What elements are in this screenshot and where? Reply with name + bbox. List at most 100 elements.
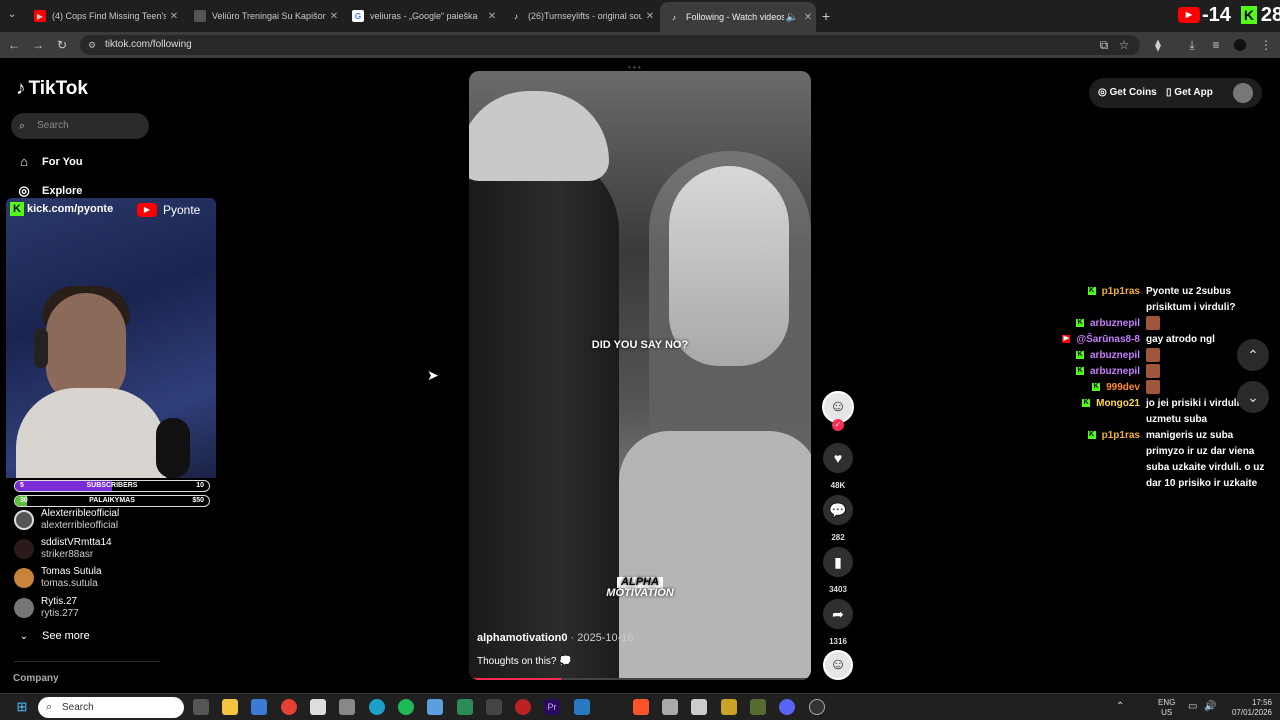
follow-check-icon[interactable]: ✓	[832, 419, 844, 431]
app-icon[interactable]	[310, 699, 326, 715]
reload-icon[interactable]: ↻	[54, 37, 70, 53]
clock[interactable]: 17:56 07/01/2026	[1220, 698, 1272, 718]
browser-tab-4[interactable]: ♪ (26)Turnseylifts - original sound ✕	[502, 4, 658, 28]
windows-start-icon[interactable]: ⊞	[14, 699, 30, 715]
brave-icon[interactable]	[633, 699, 649, 715]
back-icon[interactable]: ←	[6, 37, 22, 53]
browser-tab-2[interactable]: Veliūro Treningai Su Kapišonu - ✕	[186, 4, 342, 28]
obs-icon[interactable]	[809, 699, 825, 715]
bookmark-button[interactable]: ▮ 3403	[823, 547, 853, 594]
profile-icon[interactable]	[1232, 37, 1248, 53]
kick-icon: K	[1075, 319, 1084, 328]
file-explorer-icon[interactable]	[222, 699, 238, 715]
premiere-icon[interactable]: Pr	[544, 699, 560, 715]
following-account[interactable]: Alexterribleofficial alexterribleofficia…	[14, 508, 119, 532]
account-handle: rytis.277	[41, 608, 79, 619]
chat-message: Karbuznepil	[1060, 364, 1270, 380]
extensions-icon[interactable]: ⧫	[1150, 37, 1166, 53]
task-view-icon[interactable]	[193, 699, 209, 715]
share-button[interactable]: ➦ 1316	[823, 599, 853, 646]
search-icon: ⌕	[46, 701, 53, 713]
following-account[interactable]: sddistVRmtta14 striker88asr	[14, 537, 112, 561]
download-icon[interactable]: ⤓	[1184, 37, 1200, 53]
app-icon[interactable]	[486, 699, 502, 715]
forward-icon[interactable]: →	[30, 37, 46, 53]
site-info-icon[interactable]: ⚙	[88, 35, 96, 55]
discord-icon[interactable]	[779, 699, 795, 715]
nav-label: For You	[42, 155, 83, 168]
kick-icon: K	[10, 202, 24, 216]
close-icon[interactable]: ✕	[642, 11, 658, 22]
avatar	[14, 598, 34, 618]
mouse-cursor-icon: ➤	[427, 367, 439, 383]
video-player[interactable]: DID YOU SAY NO? ALPHA MOTIVATION alphamo…	[469, 71, 811, 680]
taskbar-search[interactable]: ⌕ Search	[38, 697, 184, 718]
coin-icon: ◎	[1098, 87, 1107, 98]
google-icon: G	[352, 10, 364, 22]
photos-icon[interactable]	[427, 699, 443, 715]
app-icon[interactable]	[339, 699, 355, 715]
following-account[interactable]: Rytis.27 rytis.277	[14, 596, 79, 620]
language-indicator[interactable]: ENG US	[1158, 698, 1175, 718]
address-bar[interactable]: ⚙ tiktok.com/following	[80, 35, 1140, 55]
close-icon[interactable]: ✕	[166, 11, 182, 22]
comment-count: 282	[831, 533, 845, 542]
browser-tab-3[interactable]: G veliuras - „Google“ paieška ✕	[344, 4, 500, 28]
nav-explore[interactable]: ◎ Explore	[16, 183, 82, 199]
chevron-down-icon[interactable]: ⌄	[1237, 381, 1269, 413]
comment-button[interactable]: 💬 282	[823, 495, 853, 542]
chat-username: arbuznepil	[1089, 366, 1140, 377]
tiktok-logo[interactable]: ♪ TikTok	[16, 78, 88, 100]
browser-tab-1[interactable]: ▶ (4) Cops Find Missing Teen's Bo ✕	[26, 4, 182, 28]
account-handle: tomas.sutula	[41, 578, 98, 589]
app-icon[interactable]	[662, 699, 678, 715]
chat-text: manigeris uz suba primyzo ir uz dar vien…	[1146, 428, 1270, 492]
close-icon[interactable]: ✕	[326, 11, 342, 22]
like-count: 48K	[830, 481, 846, 490]
install-icon[interactable]: ⧉	[1096, 37, 1112, 53]
app-icon[interactable]	[457, 699, 473, 715]
like-button[interactable]: ♥ 48K	[823, 443, 853, 490]
media-icon[interactable]: ≡	[1208, 37, 1224, 53]
following-account[interactable]: Tomas Sutula tomas.sutula	[14, 566, 102, 590]
network-icon[interactable]: ▭	[1188, 702, 1197, 712]
chat-user: K 999dev	[1060, 380, 1146, 396]
clock-date: 07/01/2026	[1231, 708, 1272, 717]
volume-icon[interactable]: 🔊	[1204, 702, 1216, 712]
app-icon[interactable]	[721, 699, 737, 715]
close-icon[interactable]: ✕	[484, 11, 500, 22]
tray-chevron-up-icon[interactable]: ⌃	[1116, 702, 1124, 712]
video-progress-bar[interactable]	[469, 678, 811, 680]
get-coins-button[interactable]: ◎ Get Coins	[1098, 82, 1157, 104]
close-icon[interactable]: ✕	[800, 12, 816, 23]
chat-text	[1146, 316, 1270, 332]
chevron-up-icon[interactable]: ⌃	[1237, 339, 1269, 371]
bookmark-star-icon[interactable]: ☆	[1116, 37, 1132, 53]
profile-avatar[interactable]	[1233, 83, 1253, 103]
speaker-icon[interactable]: 🔈	[784, 12, 800, 23]
search-input[interactable]: ⌕ Search	[11, 113, 149, 139]
kick-count: 28	[1260, 3, 1280, 26]
nav-for-you[interactable]: ⌂ For You	[16, 154, 83, 169]
taskbar-search-placeholder: Search	[62, 702, 94, 713]
browser-tab-5[interactable]: ♪ Following - Watch videos fr 🔈 ✕	[660, 2, 816, 32]
see-more-button[interactable]: ⌄ See more	[16, 630, 90, 642]
post-date: · 2025-10-16	[567, 632, 634, 644]
app-icon[interactable]	[750, 699, 766, 715]
goal-label: PALAIKYMAS	[89, 497, 135, 504]
video-figure-foreground	[469, 151, 619, 680]
store-icon[interactable]	[251, 699, 267, 715]
menu-icon[interactable]: ⋮	[1258, 37, 1274, 53]
chrome-icon[interactable]	[281, 699, 297, 715]
get-app-button[interactable]: ▯ Get App	[1166, 82, 1213, 104]
spotify-icon[interactable]	[398, 699, 414, 715]
app-icon[interactable]	[574, 699, 590, 715]
company-link[interactable]: Company	[13, 673, 59, 684]
video-author[interactable]: alphamotivation0 · 2025-10-16	[477, 632, 634, 644]
sound-disc[interactable]: ☺	[823, 650, 853, 680]
edge-icon[interactable]	[369, 699, 385, 715]
tab-search-icon[interactable]: ⌄	[8, 9, 16, 20]
app-icon[interactable]	[515, 699, 531, 715]
new-tab-button[interactable]: +	[822, 8, 830, 24]
app-icon[interactable]	[691, 699, 707, 715]
